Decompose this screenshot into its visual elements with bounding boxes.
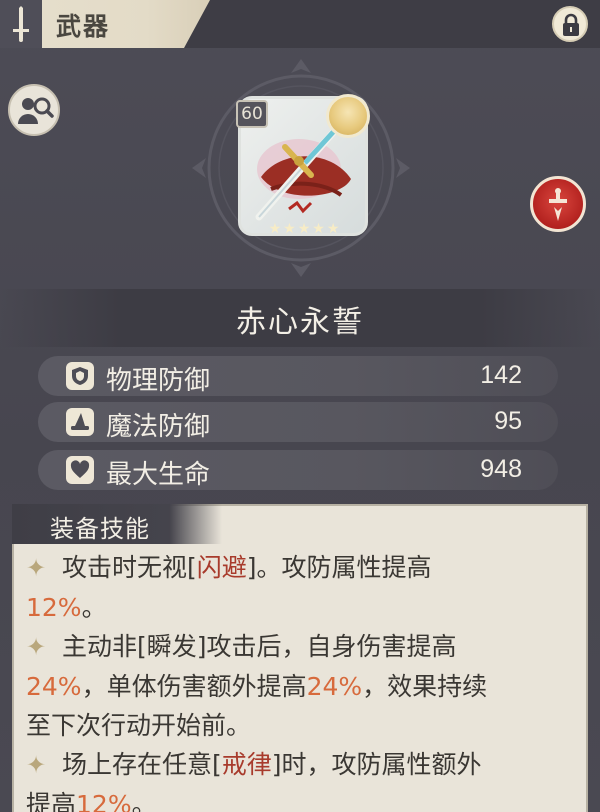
lock-icon bbox=[563, 13, 579, 36]
magnify-person-button[interactable] bbox=[8, 84, 60, 136]
stat-row-max-hp: 最大生命 948 bbox=[38, 450, 558, 490]
weapon-detail-screen: 武器 60 ★ ★ ★ ★ ★ 赤心永誓 物理防御 142 魔法防御 95 最大… bbox=[0, 0, 600, 812]
skill-keyword[interactable]: 戒律 bbox=[222, 750, 272, 779]
skill-text: 提高 bbox=[26, 790, 77, 812]
wizard-hat-icon bbox=[71, 413, 89, 430]
sword-icon bbox=[13, 6, 29, 42]
skill-text: ]。攻防属性提高 bbox=[246, 553, 432, 582]
star-icon: ★ bbox=[283, 221, 296, 237]
stat-icon-badge bbox=[66, 456, 94, 484]
skill-entry: ✦ 主动非[瞬发]攻击后，自身伤害提高 24%，单体伤害额外提高24%，效果持续 … bbox=[26, 627, 582, 745]
page-title: 武器 bbox=[56, 12, 111, 41]
weapon-category-badge bbox=[0, 0, 42, 48]
skill-text: ，效果持续 bbox=[362, 672, 488, 701]
stat-value: 142 bbox=[480, 361, 522, 389]
shield-icon bbox=[72, 367, 88, 385]
star-icon: ★ bbox=[326, 221, 340, 237]
stat-label: 物理防御 bbox=[106, 366, 211, 396]
stat-row-magic-defense: 魔法防御 95 bbox=[38, 402, 558, 442]
stat-label: 魔法防御 bbox=[106, 412, 211, 442]
stat-label: 最大生命 bbox=[106, 460, 211, 490]
star-icon: ★ bbox=[297, 221, 311, 237]
stat-icon-badge bbox=[66, 408, 94, 436]
skill-text: 攻击时无视[ bbox=[62, 553, 197, 582]
skill-text: 。 bbox=[81, 593, 107, 622]
stat-value: 948 bbox=[480, 455, 522, 483]
star-icon: ★ bbox=[312, 221, 325, 237]
level-badge: 60 bbox=[236, 100, 268, 128]
skill-text: ]时，攻防属性额外 bbox=[271, 750, 482, 779]
skill-keyword[interactable]: 闪避 bbox=[197, 553, 247, 582]
lock-button[interactable] bbox=[552, 6, 588, 42]
skill-text: ，单体伤害额外提高 bbox=[81, 672, 307, 701]
skill-text: 主动非[瞬发]攻击后，自身伤害提高 bbox=[62, 632, 457, 661]
star-icon: ★ bbox=[268, 221, 282, 237]
skill-description: ✦ 攻击时无视[闪避]。攻防属性提高 12%。 ✦ 主动非[瞬发]攻击后，自身伤害提… bbox=[26, 548, 582, 812]
sword-emblem-icon bbox=[549, 188, 567, 221]
sparkle-icon: ✦ bbox=[26, 554, 47, 582]
skill-text: 场上存在任意[ bbox=[62, 750, 222, 779]
star-rating: ★ ★ ★ ★ ★ bbox=[258, 222, 350, 236]
stat-value: 95 bbox=[494, 407, 522, 435]
weapon-name: 赤心永誓 bbox=[236, 305, 364, 340]
skill-text: 至下次行动开始前。 bbox=[26, 711, 252, 740]
sparkle-icon: ✦ bbox=[26, 751, 47, 779]
stat-row-physical-defense: 物理防御 142 bbox=[38, 356, 558, 396]
equip-sword-button[interactable] bbox=[530, 176, 586, 232]
skill-number: 24% bbox=[26, 672, 82, 701]
heart-icon bbox=[70, 460, 90, 478]
magnify-person-icon bbox=[18, 97, 54, 124]
sparkle-icon: ✦ bbox=[26, 633, 47, 661]
skill-text: 。 bbox=[131, 790, 157, 812]
skill-entry: ✦ 攻击时无视[闪避]。攻防属性提高 12%。 bbox=[26, 548, 582, 627]
skill-number: 24% bbox=[306, 672, 363, 701]
character-avatar[interactable] bbox=[326, 94, 370, 138]
skill-section-title: 装备技能 bbox=[50, 515, 150, 543]
skill-number: 12% bbox=[26, 593, 82, 622]
skill-number: 12% bbox=[76, 790, 132, 812]
skill-entry: ✦ 场上存在任意[戒律]时，攻防属性额外 提高12%。 bbox=[26, 745, 582, 812]
stat-icon-badge bbox=[66, 362, 94, 390]
